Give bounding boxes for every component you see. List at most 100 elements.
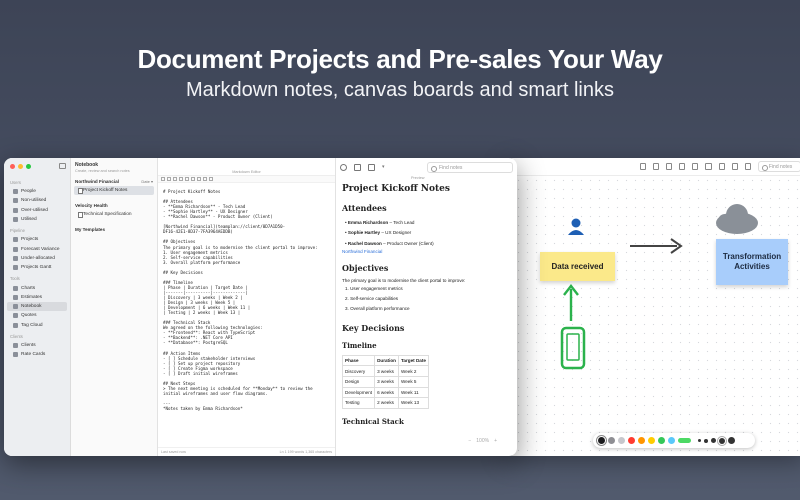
sidebar-item-charts[interactable]: Charts	[7, 283, 67, 292]
trash-icon[interactable]	[640, 163, 647, 170]
table-row: Discovery 3 weeks Week 2	[341, 365, 429, 377]
sidebar-item-people[interactable]: People	[7, 187, 67, 196]
zoom-level: 100%	[476, 438, 490, 444]
pen-icon[interactable]	[666, 163, 673, 170]
group-templates[interactable]: My Templates	[75, 227, 105, 232]
canvas-toolbar: Find notes	[505, 158, 800, 176]
sort-label: Date	[141, 178, 150, 184]
cloud-icon	[716, 204, 758, 234]
color-swatch[interactable]	[596, 435, 607, 446]
color-swatch[interactable]	[618, 437, 625, 444]
heading-icon[interactable]	[179, 177, 183, 181]
sidebar-item-projects-gantt[interactable]: Projects Gantt	[7, 263, 67, 272]
group-northwind[interactable]: Northwind Financial	[75, 179, 119, 184]
stroke-size-large[interactable]	[711, 438, 716, 443]
color-swatch[interactable]	[658, 437, 665, 444]
sidebar-item-label: Under-allocated	[21, 255, 55, 261]
canvas-drawings	[560, 204, 758, 370]
hero-subtitle: Markdown notes, canvas boards and smart …	[186, 79, 614, 101]
sidebar-item-forecast-variance[interactable]: Forecast Variance	[7, 244, 67, 253]
stroke-size-small[interactable]	[698, 439, 701, 442]
window-controls	[10, 164, 31, 169]
link-icon[interactable]	[185, 177, 189, 181]
user-icon	[13, 198, 18, 204]
markdown-textarea[interactable]: # Project Kickoff Notes ## Attendees - *…	[158, 183, 335, 411]
color-swatch[interactable]	[638, 437, 645, 444]
table-header: Phase	[341, 354, 376, 367]
sticky-note-transformation[interactable]: Transformation Activities	[716, 239, 788, 285]
stroke-size-xlarge[interactable]	[717, 435, 727, 446]
sidebar-item-clients[interactable]: Clients	[7, 341, 67, 350]
color-swatch[interactable]	[628, 437, 635, 444]
stroke-size-xxlarge[interactable]	[728, 437, 735, 444]
image-icon[interactable]	[731, 163, 738, 170]
sort-dropdown[interactable]: Date ▾	[141, 179, 153, 184]
table-icon[interactable]	[197, 177, 201, 181]
settings-icon[interactable]	[340, 163, 347, 171]
note-item-kickoff[interactable]: Project Kickoff Notes	[74, 186, 154, 195]
sidebar-item-label: Projects	[21, 237, 39, 243]
canvas-board[interactable]: Data received Transformation Activities	[505, 176, 800, 456]
sidebar-item-label: Charts	[21, 285, 36, 291]
decisions-heading: Key Decisions	[342, 322, 405, 333]
sidebar-right-icon[interactable]	[368, 163, 375, 171]
objective-item: 1. User engagement metrics	[345, 285, 403, 291]
client-link[interactable]: Northwind Financial	[342, 249, 382, 254]
code-icon[interactable]	[209, 177, 213, 181]
color-swatch-selected[interactable]	[678, 438, 691, 443]
close-window-button[interactable]	[10, 164, 15, 169]
minimize-window-button[interactable]	[18, 164, 23, 169]
sidebar-item-tag-cloud[interactable]: Tag Cloud	[7, 321, 67, 330]
mobile-phone-icon	[560, 326, 586, 370]
objective-item: 2. Self-service capabilities	[345, 296, 399, 302]
sidebar-item-quotes[interactable]: Quotes	[7, 311, 67, 320]
sidebar-item-notebook[interactable]: Notebook	[7, 301, 67, 312]
notebook-window: Users People Non-utilised Over-utilised Util…	[4, 158, 517, 456]
zoom-in-icon[interactable]: +	[494, 438, 497, 444]
sidebar-item-label: Forecast Variance	[21, 246, 60, 252]
sidebar-item-under-allocated[interactable]: Under-allocated	[7, 254, 67, 263]
chevron-down-icon[interactable]: ▾	[382, 164, 385, 170]
preview-title: Project Kickoff Notes	[342, 184, 450, 194]
shapes-icon[interactable]	[679, 163, 686, 170]
building-icon	[13, 343, 18, 348]
sidebar-item-rate-cards[interactable]: Rate Cards	[7, 350, 67, 359]
sticky-note-icon[interactable]	[718, 163, 725, 170]
sidebar-item-utilised[interactable]: Utilised	[7, 215, 67, 224]
sidebar-item-over-utilised[interactable]: Over-utilised	[7, 206, 67, 215]
stroke-size-medium[interactable]	[704, 438, 708, 443]
image-icon[interactable]	[191, 177, 195, 181]
view-mode-icon[interactable]	[354, 163, 361, 171]
sidebar-section-title: Pipeline	[10, 228, 25, 234]
sidebar-toggle-icon[interactable]	[59, 163, 66, 169]
sidebar-item-projects[interactable]: Projects	[7, 235, 67, 244]
sidebar-item-non-utilised[interactable]: Non-utilised	[7, 196, 67, 205]
zoom-window-button[interactable]	[26, 164, 31, 169]
calculator-icon	[13, 294, 18, 300]
canvas-search-input[interactable]: Find notes	[757, 161, 800, 172]
notes-search-input[interactable]: Find notes	[427, 161, 513, 173]
color-swatch[interactable]	[648, 437, 655, 444]
sidebar-item-label: Rate Cards	[21, 352, 46, 358]
sidebar-item-label: Non-utilised	[21, 198, 47, 204]
sticky-note-data-received[interactable]: Data received	[540, 252, 615, 281]
arrow-right-icon	[630, 238, 683, 254]
export-icon[interactable]	[744, 163, 751, 170]
text-icon[interactable]	[705, 163, 712, 170]
timeline-table: Phase Duration Target Date Discovery 3 we…	[341, 354, 429, 409]
hero-banner: Document Projects and Pre-sales Your Way…	[0, 44, 800, 102]
grid-icon[interactable]	[692, 163, 699, 170]
sidebar-item-estimates[interactable]: Estimates	[7, 293, 67, 302]
color-swatch[interactable]	[608, 437, 615, 444]
color-swatch[interactable]	[668, 437, 675, 444]
objectives-heading: Objectives	[342, 262, 389, 273]
pointer-icon[interactable]	[653, 163, 660, 170]
italic-icon[interactable]	[167, 177, 171, 181]
zoom-out-icon[interactable]: −	[468, 438, 471, 444]
group-velocity[interactable]: Velocity Health	[75, 203, 108, 208]
bold-icon[interactable]	[161, 177, 165, 181]
markdown-editor-panel: Markdown Editor # Project Kickoff Notes …	[158, 158, 336, 456]
strikethrough-icon[interactable]	[173, 177, 177, 181]
list-icon[interactable]	[203, 177, 207, 181]
note-item-tech-spec[interactable]: Technical Specification	[74, 210, 154, 219]
